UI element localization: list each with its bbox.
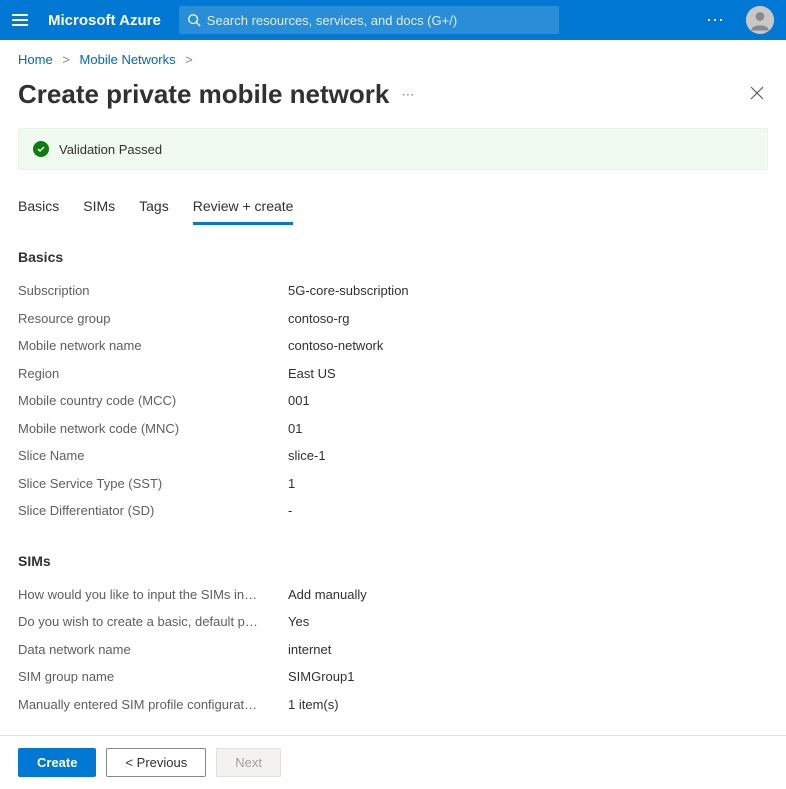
chevron-right-icon: > xyxy=(62,52,70,67)
kv-label: Mobile network code (MNC) xyxy=(18,419,288,439)
breadcrumb: Home > Mobile Networks > xyxy=(0,40,786,75)
kv-label: Subscription xyxy=(18,281,288,301)
kv-value: 01 xyxy=(288,419,302,439)
page-title: Create private mobile network xyxy=(18,79,389,110)
kv-row: How would you like to input the SIMs in…… xyxy=(18,581,768,609)
kv-row: Do you wish to create a basic, default p… xyxy=(18,608,768,636)
section-heading-sims: SIMs xyxy=(18,553,768,569)
kv-label: SIM group name xyxy=(18,667,288,687)
kv-label: How would you like to input the SIMs in… xyxy=(18,585,288,605)
kv-value: slice-1 xyxy=(288,446,326,466)
kv-label: Slice Service Type (SST) xyxy=(18,474,288,494)
kv-label: Region xyxy=(18,364,288,384)
user-avatar[interactable] xyxy=(746,6,774,34)
section-heading-basics: Basics xyxy=(18,249,768,265)
title-more-icon[interactable]: ⋯ xyxy=(401,87,415,103)
kv-row: SIM group nameSIMGroup1 xyxy=(18,663,768,691)
kv-label: Slice Name xyxy=(18,446,288,466)
kv-row: Data network nameinternet xyxy=(18,636,768,664)
kv-label: Resource group xyxy=(18,309,288,329)
previous-button[interactable]: < Previous xyxy=(106,748,206,777)
create-button[interactable]: Create xyxy=(18,748,96,777)
kv-value: 001 xyxy=(288,391,310,411)
top-header: Microsoft Azure ⋯ xyxy=(0,0,786,40)
tab-tags[interactable]: Tags xyxy=(139,190,169,225)
kv-label: Mobile network name xyxy=(18,336,288,356)
kv-row: Subscription5G-core-subscription xyxy=(18,277,768,305)
tabs: Basics SIMs Tags Review + create xyxy=(18,190,768,225)
header-more-icon[interactable]: ⋯ xyxy=(706,10,726,31)
kv-value: East US xyxy=(288,364,336,384)
kv-value: - xyxy=(288,501,292,521)
kv-value: SIMGroup1 xyxy=(288,667,354,687)
kv-label: Manually entered SIM profile configurat… xyxy=(18,695,288,715)
kv-row: RegionEast US xyxy=(18,360,768,388)
brand-label: Microsoft Azure xyxy=(48,12,161,29)
kv-row: Slice Nameslice-1 xyxy=(18,442,768,470)
kv-value: Add manually xyxy=(288,585,367,605)
tab-sims[interactable]: SIMs xyxy=(83,190,115,225)
search-box[interactable] xyxy=(179,6,559,34)
search-icon xyxy=(187,13,201,27)
hamburger-menu-icon[interactable] xyxy=(12,10,32,30)
tab-review-create[interactable]: Review + create xyxy=(193,190,294,225)
footer-bar: Create < Previous Next xyxy=(0,735,786,789)
kv-value: 1 xyxy=(288,474,295,494)
kv-value: 5G-core-subscription xyxy=(288,281,409,301)
kv-value: Yes xyxy=(288,612,309,632)
kv-row: Mobile country code (MCC)001 xyxy=(18,387,768,415)
next-button: Next xyxy=(216,748,281,777)
kv-row: Mobile network namecontoso-network xyxy=(18,332,768,360)
kv-label: Data network name xyxy=(18,640,288,660)
kv-value: 1 item(s) xyxy=(288,695,339,715)
title-row: Create private mobile network ⋯ xyxy=(0,75,786,128)
kv-label: Slice Differentiator (SD) xyxy=(18,501,288,521)
close-button[interactable] xyxy=(746,82,768,107)
validation-message: Validation Passed xyxy=(59,142,162,157)
kv-row: Mobile network code (MNC)01 xyxy=(18,415,768,443)
breadcrumb-home[interactable]: Home xyxy=(18,52,53,67)
user-icon xyxy=(746,6,774,34)
kv-label: Do you wish to create a basic, default p… xyxy=(18,612,288,632)
validation-banner: Validation Passed xyxy=(18,128,768,170)
kv-value: contoso-network xyxy=(288,336,383,356)
kv-value: internet xyxy=(288,640,331,660)
tab-basics[interactable]: Basics xyxy=(18,190,59,225)
sims-list: How would you like to input the SIMs in…… xyxy=(18,581,768,719)
kv-row: Slice Service Type (SST)1 xyxy=(18,470,768,498)
breadcrumb-mobile-networks[interactable]: Mobile Networks xyxy=(80,52,176,67)
kv-value: contoso-rg xyxy=(288,309,349,329)
search-input[interactable] xyxy=(207,13,551,28)
kv-label: Mobile country code (MCC) xyxy=(18,391,288,411)
chevron-right-icon: > xyxy=(185,52,193,67)
kv-row: Resource groupcontoso-rg xyxy=(18,305,768,333)
kv-row: Slice Differentiator (SD)- xyxy=(18,497,768,525)
basics-list: Subscription5G-core-subscription Resourc… xyxy=(18,277,768,525)
check-circle-icon xyxy=(33,141,49,157)
kv-row: Manually entered SIM profile configurat…… xyxy=(18,691,768,719)
close-icon xyxy=(750,86,764,100)
